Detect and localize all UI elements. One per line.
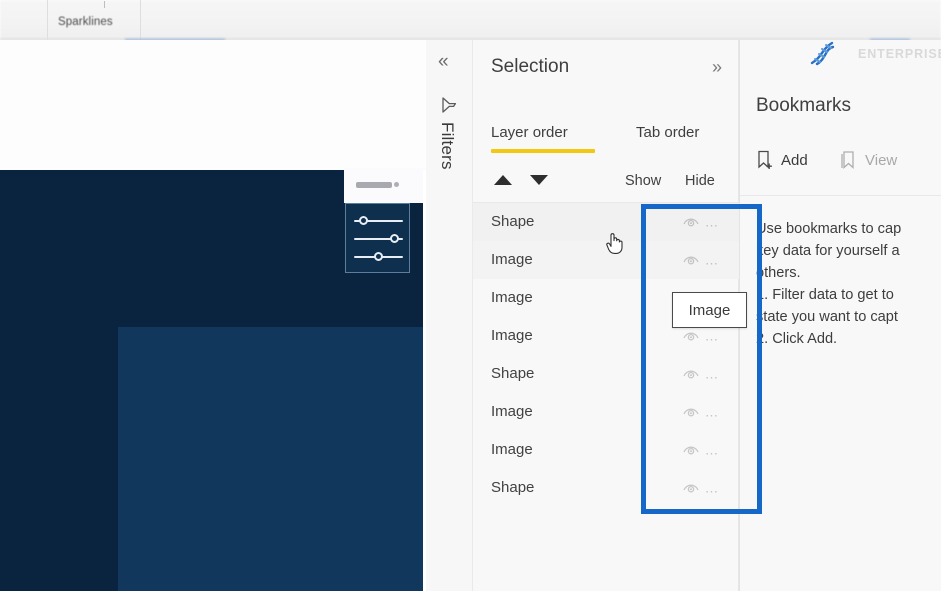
eye-icon[interactable] xyxy=(683,481,699,494)
ellipsis-icon[interactable]: ⋯ xyxy=(705,409,720,422)
eye-icon[interactable] xyxy=(683,215,699,228)
filters-rail[interactable]: « Filters xyxy=(426,40,473,591)
ellipsis-icon[interactable]: ⋯ xyxy=(705,485,720,498)
view-bookmark-label: View xyxy=(865,151,898,169)
table-row[interactable]: Shape ⋯ xyxy=(473,469,739,507)
table-row[interactable]: Image ⋯ xyxy=(473,393,739,431)
bookmark-add-icon xyxy=(756,150,774,170)
canvas-notch-dot xyxy=(394,182,399,187)
dna-helix-icon xyxy=(806,38,838,68)
ellipsis-icon[interactable]: ⋯ xyxy=(705,371,720,384)
tab-tab-order[interactable]: Tab order xyxy=(636,124,699,141)
ellipsis-icon[interactable]: ⋯ xyxy=(705,257,720,270)
bookmarks-actions: Add View xyxy=(740,150,941,192)
active-tab-underline xyxy=(491,149,595,153)
selection-toolbar: Show Hide xyxy=(473,164,739,202)
pointing-hand-cursor xyxy=(604,231,624,255)
canvas-notch-mark xyxy=(356,182,392,188)
eye-icon[interactable] xyxy=(683,253,699,266)
ribbon-group-sparklines[interactable]: Sparklines xyxy=(58,16,113,28)
show-button[interactable]: Show xyxy=(625,173,661,189)
powerbi-report-window: Sparklines « Filters Selection » Layer o… xyxy=(0,0,941,591)
eye-icon[interactable] xyxy=(683,329,699,342)
layer-name: Image xyxy=(491,251,533,268)
report-canvas[interactable] xyxy=(0,40,426,591)
selection-tabs: Layer order Tab order xyxy=(473,115,739,160)
layer-name: Image xyxy=(491,289,533,306)
layer-name: Image xyxy=(491,327,533,344)
ribbon-strip xyxy=(0,0,941,40)
chevron-double-left-icon[interactable]: « xyxy=(438,52,449,71)
add-bookmark-button[interactable]: Add xyxy=(756,150,808,170)
view-bookmark-button[interactable]: View xyxy=(840,150,897,170)
chevron-double-right-icon[interactable]: » xyxy=(712,58,722,76)
canvas-page-white-area xyxy=(0,40,426,170)
sliders-icon[interactable] xyxy=(345,203,410,273)
add-bookmark-label: Add xyxy=(781,151,808,169)
bookmarks-divider xyxy=(740,195,941,196)
ribbon-divider xyxy=(140,0,141,40)
layer-name: Shape xyxy=(491,365,535,382)
filters-rail-label[interactable]: Filters xyxy=(437,122,457,170)
triangle-up-icon[interactable] xyxy=(491,170,515,192)
bookmarks-pane: Bookmarks Add View Use bookmarks to cap … xyxy=(740,40,941,591)
layer-name: Shape xyxy=(491,213,535,230)
layer-name: Image xyxy=(491,403,533,420)
layer-tooltip: Image xyxy=(672,292,747,328)
tab-layer-order[interactable]: Layer order xyxy=(491,124,568,141)
table-row[interactable]: Shape ⋯ xyxy=(473,355,739,393)
filter-funnel-icon[interactable] xyxy=(440,96,458,114)
eye-icon[interactable] xyxy=(683,443,699,456)
layer-name: Shape xyxy=(491,479,535,496)
page-title: Selection xyxy=(491,56,570,77)
bookmark-view-icon xyxy=(840,150,858,170)
ellipsis-icon[interactable]: ⋯ xyxy=(705,333,720,346)
eye-icon[interactable] xyxy=(683,367,699,380)
layer-name: Image xyxy=(491,441,533,458)
ribbon-tick xyxy=(104,1,105,8)
eye-icon[interactable] xyxy=(683,405,699,418)
table-row[interactable]: Image ⋯ xyxy=(473,431,739,469)
triangle-down-icon[interactable] xyxy=(527,170,551,192)
ribbon-divider xyxy=(47,0,48,40)
bookmarks-title: Bookmarks xyxy=(756,95,852,116)
canvas-inner-panel xyxy=(118,327,425,591)
hide-button[interactable]: Hide xyxy=(685,173,715,189)
bookmarks-description: Use bookmarks to cap key data for yourse… xyxy=(756,221,902,347)
ellipsis-icon[interactable]: ⋯ xyxy=(705,447,720,460)
watermark-text: ENTERPRISE D xyxy=(858,47,941,61)
ellipsis-icon[interactable]: ⋯ xyxy=(705,219,720,232)
